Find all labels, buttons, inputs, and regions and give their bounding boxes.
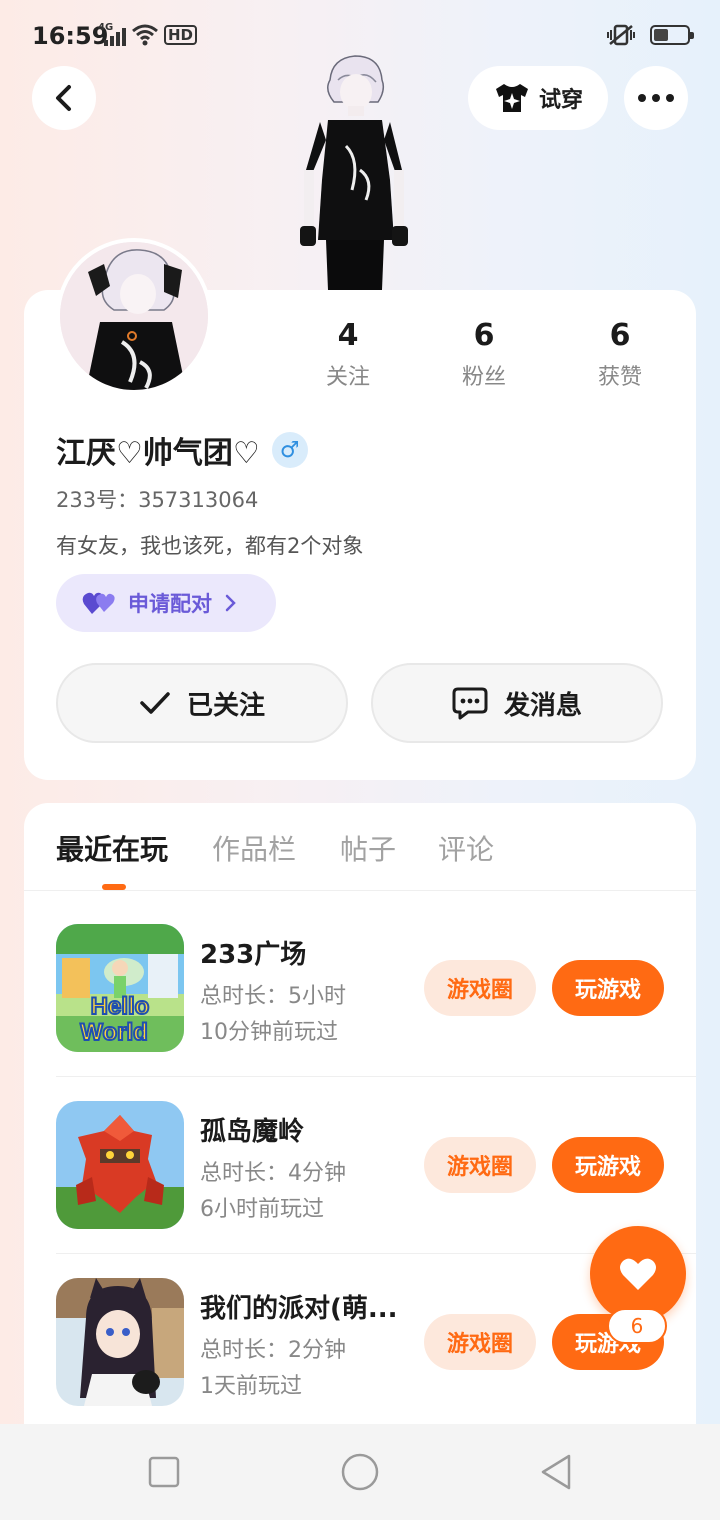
game-duration: 总时长：4分钟 [200, 1161, 346, 1186]
stat-following-label: 关注 [325, 365, 370, 390]
more-button[interactable] [624, 66, 688, 130]
avatar-image [60, 242, 208, 390]
username: 江厌♡帅气团♡ [56, 436, 260, 471]
game-thumbnail-image: Hello World [56, 924, 184, 1052]
game-last-played: 1天前玩过 [200, 1374, 302, 1399]
hd-icon: HD [164, 25, 198, 45]
stat-following-value: 4 [337, 318, 359, 353]
try-on-label: 试穿 [538, 88, 583, 113]
chat-bubble-icon [452, 687, 488, 720]
chevron-right-icon [225, 594, 236, 612]
game-row-233-plaza[interactable]: Hello World 233广场 总时长：5小时 10分钟前玩过 游戏圈 玩游… [56, 924, 696, 1100]
circle-icon [341, 1453, 379, 1491]
stat-likes-label: 获赞 [597, 365, 642, 390]
game-thumbnail-image [56, 1278, 184, 1406]
recents-button[interactable] [144, 1452, 184, 1492]
battery-icon [650, 25, 694, 45]
heart-icon [620, 1258, 656, 1290]
tab-divider [24, 890, 696, 891]
status-icons: 4G HD [98, 22, 198, 46]
game-thumbnail [56, 1101, 184, 1229]
following-label: 已关注 [186, 690, 265, 721]
game-name: 我们的派对(萌... [200, 1294, 398, 1324]
game-circle-button[interactable]: 游戏圈 [424, 1137, 536, 1193]
tab-comments[interactable]: 评论 [438, 828, 494, 868]
stat-likes[interactable]: 6 获赞 [560, 318, 680, 391]
user-id: 233号：357313064 [56, 488, 259, 512]
game-name: 233广场 [200, 940, 307, 970]
avatar[interactable] [56, 238, 212, 394]
bio: 有女友，我也该死，都有2个对象 [56, 534, 364, 558]
system-nav-bar [0, 1424, 720, 1520]
stat-fans[interactable]: 6 粉丝 [424, 318, 544, 391]
home-button[interactable] [340, 1452, 380, 1492]
row-divider [56, 1076, 696, 1077]
avatar-figure-image [300, 55, 408, 290]
stat-fans-label: 粉丝 [461, 365, 506, 390]
stat-following[interactable]: 4 关注 [288, 318, 408, 391]
game-last-played: 6小时前玩过 [200, 1197, 324, 1222]
square-icon [148, 1456, 180, 1488]
status-right [606, 24, 694, 46]
more-dots-icon [638, 94, 674, 102]
following-button[interactable]: 已关注 [56, 663, 348, 743]
tab-recently-played[interactable]: 最近在玩 [56, 828, 168, 868]
game-duration: 总时长：5小时 [200, 984, 346, 1009]
game-thumbnail: Hello World [56, 924, 184, 1052]
game-circle-button[interactable]: 游戏圈 [424, 960, 536, 1016]
battery-level [654, 29, 669, 41]
game-name: 孤岛魔岭 [200, 1117, 305, 1147]
play-game-button[interactable]: 玩游戏 [552, 1137, 664, 1193]
request-pairing-button[interactable]: 申请配对 [56, 574, 276, 632]
tab-works[interactable]: 作品栏 [212, 828, 296, 868]
game-thumbnail-text-world: World [80, 1019, 148, 1046]
username-row: 江厌♡帅气团♡ ♂ [56, 428, 308, 472]
try-on-button[interactable]: 试穿 [468, 66, 608, 130]
request-pairing-label: 申请配对 [128, 592, 212, 616]
hearts-icon [82, 592, 115, 614]
send-message-label: 发消息 [503, 690, 582, 721]
back-button[interactable] [32, 66, 96, 130]
stat-likes-value: 6 [609, 318, 631, 353]
game-last-played: 10分钟前玩过 [200, 1020, 338, 1045]
game-duration: 总时长：2分钟 [200, 1338, 346, 1363]
send-message-button[interactable]: 发消息 [371, 663, 663, 743]
play-game-button[interactable]: 玩游戏 [552, 960, 664, 1016]
game-circle-button[interactable]: 游戏圈 [424, 1314, 536, 1370]
checkmark-icon [140, 692, 170, 714]
game-thumbnail-text-hello: Hello [91, 993, 150, 1020]
status-time: 16:59 [32, 22, 109, 50]
like-count-badge: 6 [607, 1308, 667, 1344]
system-back-button[interactable] [536, 1452, 576, 1492]
chevron-left-icon [56, 85, 71, 111]
vibrate-mute-icon [607, 24, 635, 46]
wifi-icon [132, 24, 158, 46]
triangle-back-icon [541, 1454, 571, 1490]
game-thumbnail [56, 1278, 184, 1406]
cellular-signal-icon: 4G [98, 22, 126, 46]
stat-fans-value: 6 [473, 318, 495, 353]
tab-posts[interactable]: 帖子 [340, 828, 396, 868]
game-thumbnail-image [56, 1101, 184, 1229]
tshirt-sparkle-icon [495, 84, 528, 112]
male-icon: ♂ [271, 432, 308, 468]
